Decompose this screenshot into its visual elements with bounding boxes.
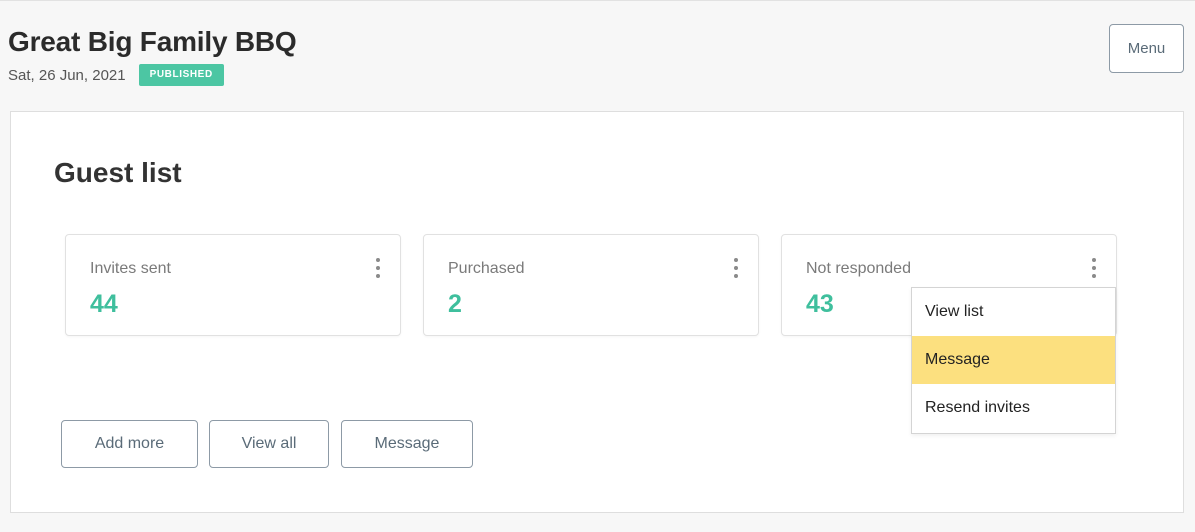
kebab-menu-icon[interactable] [728, 255, 744, 281]
top-divider [0, 0, 1195, 1]
add-more-button[interactable]: Add more [61, 420, 198, 468]
stat-card-purchased: Purchased 2 [423, 234, 759, 336]
message-button[interactable]: Message [341, 420, 473, 468]
stat-value: 2 [448, 290, 462, 318]
stat-value: 43 [806, 290, 834, 318]
dropdown-item-message[interactable]: Message [912, 336, 1115, 384]
dropdown-item-resend-invites[interactable]: Resend invites [912, 384, 1115, 432]
event-title: Great Big Family BBQ [8, 26, 297, 57]
view-all-button[interactable]: View all [209, 420, 329, 468]
stat-label: Invites sent [90, 260, 171, 277]
stat-options-dropdown: View list Message Resend invites [911, 287, 1116, 434]
stat-value: 44 [90, 290, 118, 318]
status-badge: PUBLISHED [138, 64, 224, 86]
stat-card-invites-sent: Invites sent 44 [65, 234, 401, 336]
section-title: Guest list [54, 157, 182, 188]
kebab-menu-icon[interactable] [1086, 255, 1102, 281]
event-date: Sat, 26 Jun, 2021 [8, 66, 126, 84]
menu-button[interactable]: Menu [1109, 24, 1184, 73]
stat-label: Purchased [448, 260, 525, 277]
guest-list-panel: Guest list Invites sent 44 Purchased 2 N… [10, 111, 1184, 513]
stat-label: Not responded [806, 260, 911, 277]
event-page: Great Big Family BBQ Sat, 26 Jun, 2021 P… [0, 0, 1195, 532]
kebab-menu-icon[interactable] [370, 255, 386, 281]
dropdown-item-view-list[interactable]: View list [912, 288, 1115, 336]
event-meta: Sat, 26 Jun, 2021 PUBLISHED [8, 64, 224, 86]
